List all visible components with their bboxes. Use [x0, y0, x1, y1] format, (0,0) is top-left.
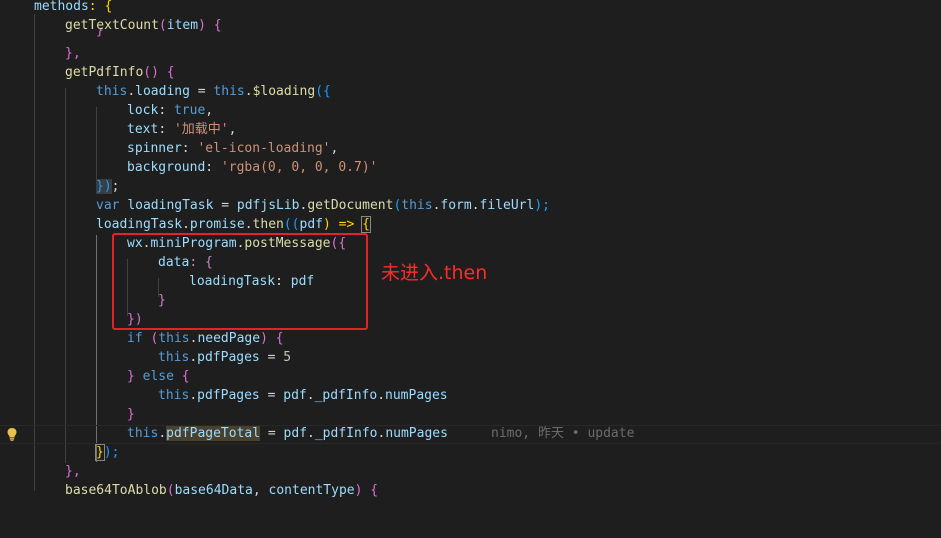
code-line-current[interactable]: this.pdfPageTotal = pdf._pdfInfo.numPage… [0, 424, 941, 443]
code-line[interactable]: background: 'rgba(0, 0, 0, 0.7)' [0, 158, 941, 177]
code-line[interactable]: this.pdfPages = pdf._pdfInfo.numPages [0, 386, 941, 405]
code-line[interactable]: this.loading = this.$loading({ [0, 82, 941, 101]
code-line[interactable]: } else { [0, 367, 941, 386]
code-line[interactable]: getPdfInfo() { [0, 63, 941, 82]
git-blame-annotation: nimo, 昨天 • update [491, 426, 635, 441]
code-line[interactable]: if (this.needPage) { [0, 329, 941, 348]
code-line[interactable]: lock: true, [0, 101, 941, 120]
code-line[interactable]: } [0, 29, 941, 37]
code-line[interactable]: this.pdfPages = 5 [0, 348, 941, 367]
code-line[interactable]: loadingTask.promise.then((pdf) => { [0, 215, 941, 234]
code-line[interactable]: }); [0, 177, 941, 196]
code-line[interactable]: spinner: 'el-icon-loading', [0, 139, 941, 158]
code-line[interactable]: }, [0, 462, 941, 481]
lightbulb-icon[interactable] [6, 427, 18, 441]
annotation-highlight-box [112, 233, 368, 330]
code-line[interactable]: }); [0, 443, 941, 462]
code-line[interactable]: methods: { [0, 0, 941, 16]
code-editor[interactable]: methods: { getTextCount(item) { } }, get… [0, 0, 941, 498]
code-line[interactable]: } [0, 405, 941, 424]
code-line[interactable]: text: '加载中', [0, 120, 941, 139]
code-line[interactable]: }, [0, 44, 941, 63]
annotation-note: 未进入.then [381, 262, 488, 284]
code-line[interactable]: var loadingTask = pdfjsLib.getDocument(t… [0, 196, 941, 215]
